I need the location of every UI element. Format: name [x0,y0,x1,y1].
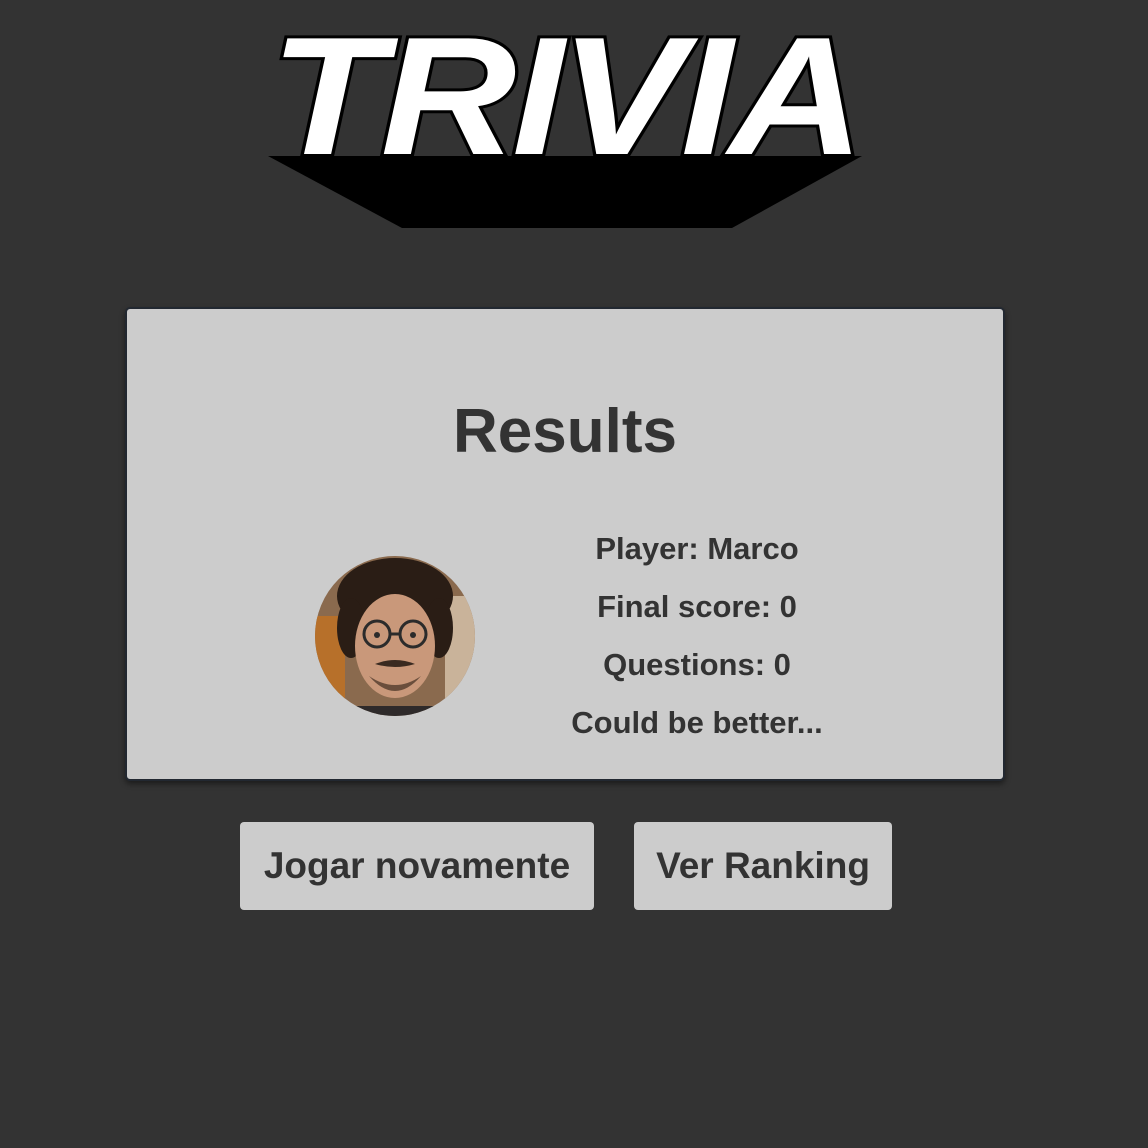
results-page: TRIVIA Results Player: Marco Final score… [0,0,1148,1148]
play-again-button[interactable]: Jogar novamente [240,822,594,910]
logo-text: TRIVIA [270,18,860,190]
view-ranking-button[interactable]: Ver Ranking [634,822,892,910]
results-stats: Player: Marco Final score: 0 Questions: … [547,527,847,759]
player-name: Player: Marco [595,531,799,566]
final-score: Final score: 0 [597,589,797,624]
results-title: Results [453,397,677,466]
trivia-logo: TRIVIA [262,18,868,232]
player-avatar [315,556,475,716]
feedback-message: Could be better... [571,705,823,740]
questions-count: Questions: 0 [603,647,791,682]
results-card: Results Player: Marco Final score: 0 Que… [125,307,1005,781]
